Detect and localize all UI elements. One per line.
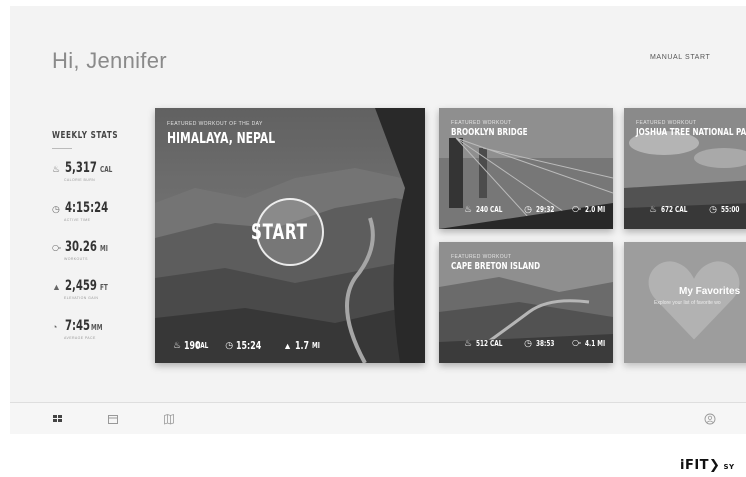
dashboard-nav-icon[interactable] bbox=[52, 412, 64, 424]
my-favorites-card[interactable]: My Favorites Explore your list of favori… bbox=[624, 242, 746, 363]
featured-title: HIMALAYA, NEPAL bbox=[167, 129, 276, 147]
flame-icon: ♨ bbox=[52, 164, 61, 174]
favorites-title: My Favorites bbox=[679, 286, 741, 297]
card-kicker: FEATURED WORKOUT bbox=[451, 254, 512, 260]
user-icon bbox=[704, 413, 716, 425]
map-icon bbox=[164, 413, 174, 425]
card-kicker: FEATURED WORKOUT bbox=[451, 120, 512, 126]
stat-calories: ♨ 5,317 CAL CALORIE BURN bbox=[52, 160, 113, 182]
card-kicker: FEATURED WORKOUT bbox=[636, 120, 697, 126]
bottom-nav-bar bbox=[10, 402, 746, 434]
stat-active-time: ◷ 4:15:24 ACTIVE TIME bbox=[52, 200, 109, 222]
route-icon: ⧂ bbox=[571, 338, 581, 348]
divider bbox=[52, 148, 72, 149]
heart-icon bbox=[648, 261, 740, 340]
favorites-subtitle: Explore your list of favorite wo bbox=[654, 300, 721, 306]
weekly-stats-title: WEEKLY STATS bbox=[52, 130, 119, 141]
workout-card-cape-breton[interactable]: FEATURED WORKOUT CAPE BRETON ISLAND ♨ 512… bbox=[439, 242, 613, 363]
stat-pace: ◔ 7:45 MM AVERAGE PACE bbox=[52, 318, 103, 340]
featured-kicker: FEATURED WORKOUT OF THE DAY bbox=[167, 121, 263, 127]
mountain-icon: ▲ bbox=[283, 340, 293, 351]
stopwatch-icon: ◷ bbox=[524, 338, 532, 348]
manual-start-button[interactable]: MANUAL START bbox=[650, 54, 710, 61]
calendar-nav-icon[interactable] bbox=[107, 412, 119, 424]
stopwatch-icon: ◷ bbox=[524, 204, 532, 214]
map-nav-icon[interactable] bbox=[163, 412, 175, 425]
card-title: BROOKLYN BRIDGE bbox=[451, 127, 528, 138]
stopwatch-icon: ◷ bbox=[52, 204, 60, 214]
featured-metrics: ♨ 190 CAL ◷ 15:24 ▲ 1.7 MI bbox=[173, 339, 320, 352]
stopwatch-icon: ◷ bbox=[225, 340, 234, 350]
calendar-icon bbox=[108, 415, 118, 424]
card-title: JOSHUA TREE NATIONAL PARK bbox=[636, 127, 746, 138]
grid-icon bbox=[53, 415, 62, 422]
flame-icon: ♨ bbox=[173, 340, 182, 350]
greeting: Hi, Jennifer bbox=[52, 48, 167, 73]
profile-nav-icon[interactable] bbox=[704, 412, 716, 425]
flame-icon: ♨ bbox=[464, 338, 473, 348]
route-icon: ⧂ bbox=[52, 243, 62, 253]
featured-workout-card[interactable]: FEATURED WORKOUT OF THE DAY HIMALAYA, NE… bbox=[155, 108, 425, 363]
start-button[interactable]: START bbox=[251, 198, 324, 266]
flame-icon: ♨ bbox=[649, 204, 658, 214]
mountain-icon: ▲ bbox=[52, 282, 61, 292]
workout-card-joshua-tree[interactable]: FEATURED WORKOUT JOSHUA TREE NATIONAL PA… bbox=[624, 108, 746, 229]
card-title: CAPE BRETON ISLAND bbox=[451, 261, 541, 272]
pace-icon: ◔ bbox=[52, 322, 58, 332]
stat-distance: ⧂ 30.26 MI WORKOUTS bbox=[52, 239, 109, 261]
workout-card-brooklyn-bridge[interactable]: FEATURED WORKOUT BROOKLYN BRIDGE ♨ 240 CA… bbox=[439, 108, 613, 229]
ifit-logo: iFIT❯ SY bbox=[680, 458, 735, 473]
app-window: Hi, Jennifer MANUAL START WEEKLY STATS ♨… bbox=[10, 6, 746, 434]
stat-elevation: ▲ 2,459 FT ELEVATION GAIN bbox=[52, 278, 109, 300]
card-metrics: ♨ 672 CAL ◷ 55:00 bbox=[649, 204, 740, 214]
flame-icon: ♨ bbox=[464, 204, 473, 214]
stopwatch-icon: ◷ bbox=[709, 204, 717, 214]
card-metrics: ♨ 240 CAL ◷ 29:32 ⧂ 2.0 MI bbox=[464, 204, 606, 214]
card-metrics: ♨ 512 CAL ◷ 38:53 ⧂ 4.1 MI bbox=[464, 338, 606, 348]
route-icon: ⧂ bbox=[571, 204, 581, 214]
